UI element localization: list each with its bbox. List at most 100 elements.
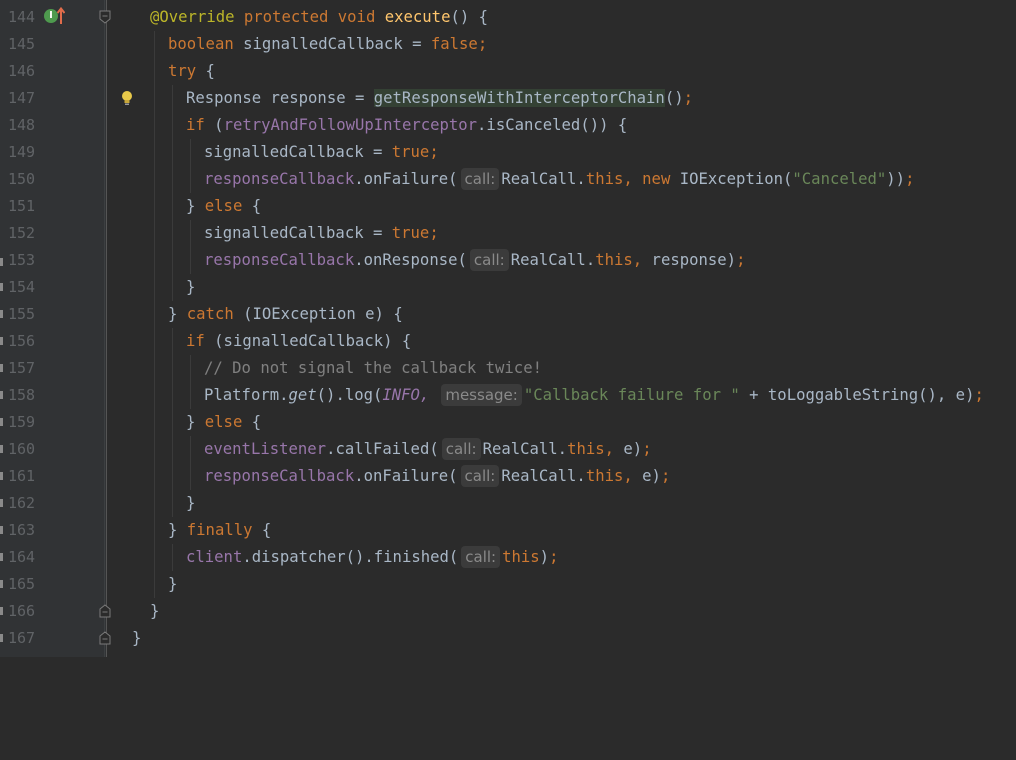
- implements-gutter-icon[interactable]: I: [44, 9, 58, 23]
- override-up-arrow-icon[interactable]: [57, 7, 65, 25]
- code-line[interactable]: 167 }: [0, 625, 1016, 652]
- code-text: }: [168, 305, 187, 323]
- line-number: 148: [8, 116, 36, 134]
- code-line[interactable]: 151 } else {: [0, 193, 1016, 220]
- code-line[interactable]: 145 boolean signalledCallback = false;: [0, 31, 1016, 58]
- code-text: {: [242, 413, 262, 431]
- line-number: 161: [8, 467, 36, 485]
- code-text: {: [242, 197, 262, 215]
- code-line[interactable]: 164 client.dispatcher().finished(call: th…: [0, 544, 1016, 571]
- code-text: .onFailure(: [354, 170, 458, 188]
- code-line[interactable]: 156 if (signalledCallback) {: [0, 328, 1016, 355]
- code-line[interactable]: 162 }: [0, 490, 1016, 517]
- parameter-hint: call:: [469, 249, 509, 271]
- code-line[interactable]: 158 Platform.get().log(INFO, message: "Cal…: [0, 382, 1016, 409]
- code-line[interactable]: 161 responseCallback.onFailure(call: Real…: [0, 463, 1016, 490]
- line-number: 145: [8, 35, 36, 53]
- line-number: 151: [8, 197, 36, 215]
- code-line[interactable]: 150 responseCallback.onFailure(call: Real…: [0, 166, 1016, 193]
- code-line[interactable]: 148 if (retryAndFollowUpInterceptor.isCa…: [0, 112, 1016, 139]
- code-text: Response response =: [186, 89, 374, 107]
- keyword: this: [502, 548, 540, 566]
- parameter-hint: call:: [461, 546, 501, 568]
- field: responseCallback: [204, 467, 355, 485]
- line-number: 164: [8, 548, 36, 566]
- field: responseCallback: [204, 170, 355, 188]
- code-text: .onResponse(: [354, 251, 467, 269]
- code-text: }: [132, 629, 142, 647]
- code-editor[interactable]: 144 I @Override protected void execute()…: [0, 4, 1016, 652]
- code-line[interactable]: 144 I @Override protected void execute()…: [0, 4, 1016, 31]
- code-text: (IOException e) {: [233, 305, 403, 323]
- code-line[interactable]: 165 }: [0, 571, 1016, 598]
- semicolon: ;: [660, 467, 671, 485]
- keyword: this,: [567, 440, 615, 458]
- code-line[interactable]: 157 // Do not signal the callback twice!: [0, 355, 1016, 382]
- code-text: }: [186, 494, 196, 512]
- code-line[interactable]: 155 } catch (IOException e) {: [0, 301, 1016, 328]
- code-text: signalledCallback =: [204, 224, 392, 242]
- intention-bulb-icon[interactable]: [121, 90, 133, 106]
- fold-marker-icon[interactable]: [99, 631, 111, 645]
- line-number: 155: [8, 305, 36, 323]
- code-line[interactable]: 160 eventListener.callFailed(call: RealCa…: [0, 436, 1016, 463]
- code-line[interactable]: 149 signalledCallback = true;: [0, 139, 1016, 166]
- code-line[interactable]: 153 responseCallback.onResponse(call: Rea…: [0, 247, 1016, 274]
- keyword: false: [430, 35, 478, 53]
- code-text: }: [150, 602, 160, 620]
- code-text: ().log(: [316, 386, 383, 404]
- parameter-hint: call:: [441, 438, 481, 460]
- field: responseCallback: [204, 251, 355, 269]
- code-line[interactable]: 159 } else {: [0, 409, 1016, 436]
- code-text: e): [632, 467, 661, 485]
- semicolon: ;: [477, 35, 488, 53]
- code-text: ): [539, 548, 550, 566]
- code-text: }: [186, 197, 205, 215]
- keyword: void: [337, 8, 376, 26]
- keyword: catch: [186, 305, 234, 323]
- code-line[interactable]: 166 }: [0, 598, 1016, 625]
- line-number: 165: [8, 575, 36, 593]
- code-line-current[interactable]: 147 Response response = getResponseWithI…: [0, 85, 1016, 112]
- semicolon: ;: [683, 89, 693, 107]
- line-number: 152: [8, 224, 36, 242]
- field: retryAndFollowUpInterceptor: [223, 116, 478, 134]
- code-line[interactable]: 163 } finally {: [0, 517, 1016, 544]
- line-number: 146: [8, 62, 36, 80]
- semicolon: ;: [429, 224, 439, 242]
- line-number: 156: [8, 332, 36, 350]
- annotation: @Override: [150, 8, 235, 26]
- line-number: 149: [8, 143, 36, 161]
- static-method: get: [288, 386, 317, 404]
- code-text: (: [204, 116, 224, 134]
- keyword: finally: [186, 521, 253, 539]
- code-text: {: [252, 521, 272, 539]
- fold-marker-icon[interactable]: [99, 604, 111, 618]
- code-line[interactable]: 146 try {: [0, 58, 1016, 85]
- semicolon: ;: [974, 386, 984, 404]
- code-text: .onFailure(: [354, 467, 458, 485]
- parameter-hint: call:: [460, 465, 500, 487]
- keyword: protected: [243, 8, 329, 26]
- code-line[interactable]: 152 signalledCallback = true;: [0, 220, 1016, 247]
- code-text: response): [642, 251, 737, 269]
- line-number: 163: [8, 521, 36, 539]
- code-text: RealCall.: [501, 467, 586, 485]
- code-line[interactable]: 154 }: [0, 274, 1016, 301]
- line-number: 153: [8, 251, 36, 269]
- code-text: }: [168, 521, 187, 539]
- keyword: true: [391, 143, 430, 161]
- parameter-hint: message:: [441, 384, 522, 406]
- static-field: INFO,: [382, 386, 430, 404]
- line-number: 144: [8, 8, 36, 26]
- parameter-hint: call:: [460, 168, 500, 190]
- line-number: 159: [8, 413, 36, 431]
- line-number: 160: [8, 440, 36, 458]
- keyword: if: [186, 116, 205, 134]
- keyword: this,: [595, 251, 643, 269]
- fold-marker-icon[interactable]: [99, 10, 111, 24]
- code-text: IOException(: [670, 170, 793, 188]
- code-text: signalledCallback =: [204, 143, 392, 161]
- line-number: 150: [8, 170, 36, 188]
- code-text: e): [614, 440, 643, 458]
